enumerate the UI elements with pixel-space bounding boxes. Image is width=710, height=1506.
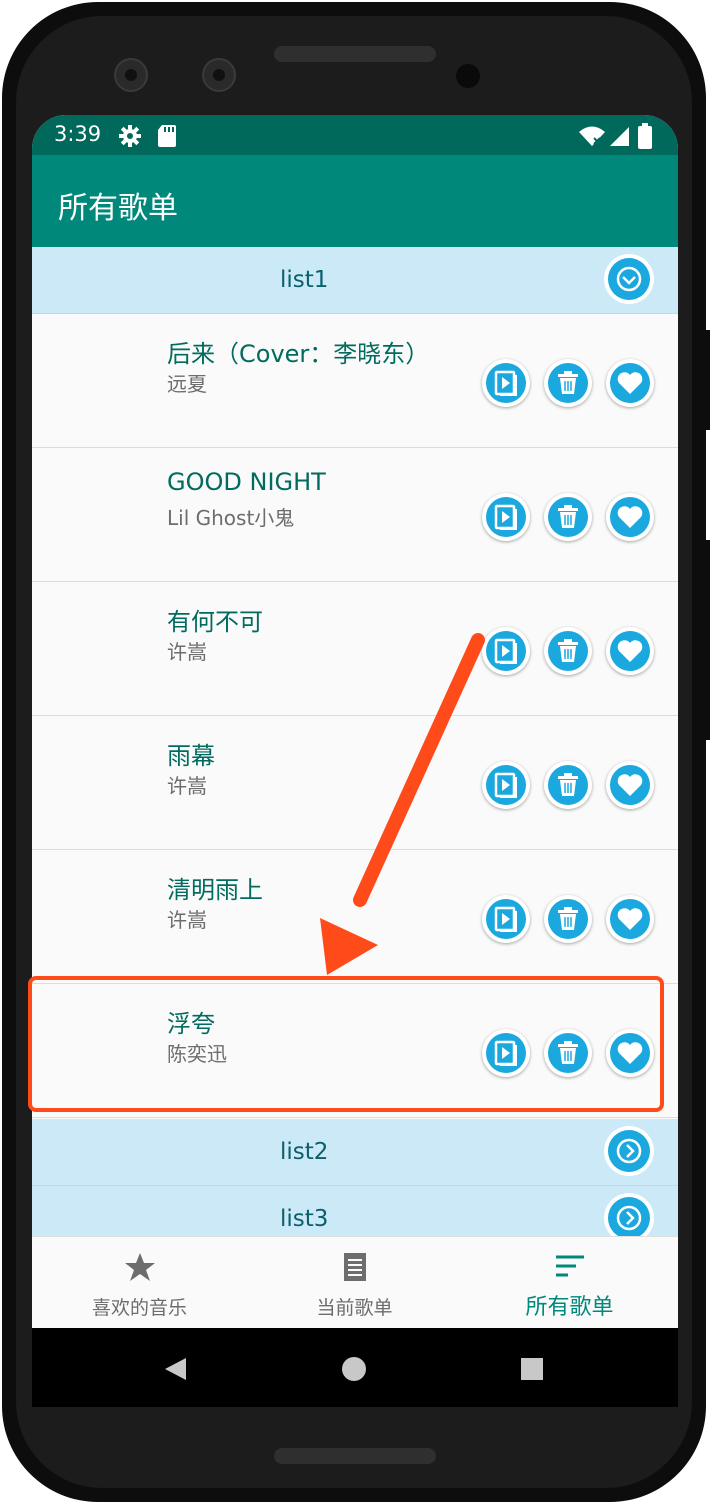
trash-icon bbox=[558, 639, 578, 662]
playlist-group-list2[interactable]: list2 bbox=[32, 1119, 678, 1186]
delete-button[interactable] bbox=[544, 359, 592, 407]
expand-toggle-button[interactable] bbox=[604, 1126, 654, 1176]
heart-icon bbox=[617, 372, 643, 394]
app-screen: 3:39 所有歌单 list1 后来（Cover：李晓东） 远夏 GOOD NI… bbox=[32, 115, 678, 1407]
delete-button[interactable] bbox=[544, 627, 592, 675]
play-button[interactable] bbox=[482, 895, 530, 943]
chevron-right-circle-icon bbox=[616, 1138, 642, 1164]
collapse-toggle-button[interactable] bbox=[604, 254, 654, 304]
settings-gear-icon bbox=[119, 125, 141, 147]
wifi-icon bbox=[579, 126, 605, 146]
home-icon[interactable] bbox=[341, 1356, 367, 1382]
song-artist: 许嵩 bbox=[167, 908, 207, 932]
trash-icon bbox=[558, 907, 578, 930]
tab-label: 喜欢的音乐 bbox=[91, 1297, 187, 1319]
song-artist: Lil Ghost小鬼 bbox=[167, 506, 295, 530]
star-icon bbox=[125, 1253, 155, 1281]
delete-button[interactable] bbox=[544, 493, 592, 541]
song-title: 雨幕 bbox=[167, 742, 215, 770]
trash-icon bbox=[558, 773, 578, 796]
front-camera-icon bbox=[114, 58, 148, 92]
song-row[interactable]: 清明雨上 许嵩 bbox=[32, 850, 678, 984]
system-navigation-bar bbox=[32, 1328, 678, 1407]
tab-current-playlist[interactable]: 当前歌单 bbox=[247, 1237, 462, 1329]
tab-liked-music[interactable]: 喜欢的音乐 bbox=[32, 1237, 247, 1329]
sd-card-icon bbox=[158, 125, 176, 147]
song-title: 清明雨上 bbox=[167, 876, 263, 904]
song-row[interactable]: 后来（Cover：李晓东） 远夏 bbox=[32, 314, 678, 448]
heart-icon bbox=[617, 908, 643, 930]
like-button[interactable] bbox=[606, 493, 654, 541]
playlist-group-label: list1 bbox=[280, 267, 329, 293]
play-button[interactable] bbox=[482, 761, 530, 809]
front-camera-icon bbox=[202, 58, 236, 92]
song-row[interactable]: 有何不可 许嵩 bbox=[32, 582, 678, 716]
play-button[interactable] bbox=[482, 493, 530, 541]
song-row[interactable]: GOOD NIGHT Lil Ghost小鬼 bbox=[32, 448, 678, 582]
volume-button bbox=[704, 540, 710, 740]
delete-button[interactable] bbox=[544, 761, 592, 809]
like-button[interactable] bbox=[606, 359, 654, 407]
trash-icon bbox=[558, 505, 578, 528]
highlight-box bbox=[28, 976, 664, 1112]
status-bar: 3:39 bbox=[32, 115, 678, 155]
play-icon bbox=[494, 772, 517, 798]
delete-button[interactable] bbox=[544, 895, 592, 943]
song-row[interactable]: 雨幕 许嵩 bbox=[32, 716, 678, 850]
play-button[interactable] bbox=[482, 627, 530, 675]
power-button bbox=[704, 330, 710, 430]
play-icon bbox=[494, 906, 517, 932]
heart-icon bbox=[617, 506, 643, 528]
like-button[interactable] bbox=[606, 761, 654, 809]
tab-label: 当前歌单 bbox=[316, 1297, 393, 1319]
status-time: 3:39 bbox=[54, 122, 102, 146]
sort-icon bbox=[556, 1255, 584, 1277]
chevron-down-circle-icon bbox=[616, 266, 642, 292]
play-icon bbox=[494, 504, 517, 530]
back-icon[interactable] bbox=[162, 1356, 188, 1382]
song-title: 有何不可 bbox=[167, 608, 263, 636]
heart-icon bbox=[617, 774, 643, 796]
song-artist: 许嵩 bbox=[167, 774, 207, 798]
play-icon bbox=[494, 370, 517, 396]
list-icon bbox=[344, 1253, 366, 1281]
proximity-sensor bbox=[456, 64, 480, 88]
recents-icon[interactable] bbox=[520, 1357, 544, 1381]
like-button[interactable] bbox=[606, 627, 654, 675]
song-title: 后来（Cover：李晓东） bbox=[167, 340, 430, 368]
song-artist: 远夏 bbox=[167, 372, 207, 396]
playlist-group-label: list2 bbox=[280, 1139, 329, 1165]
app-bar: 所有歌单 bbox=[32, 155, 678, 247]
bottom-navigation: 喜欢的音乐 当前歌单 所有歌单 bbox=[32, 1236, 678, 1329]
trash-icon bbox=[558, 371, 578, 394]
tab-all-playlists[interactable]: 所有歌单 bbox=[462, 1237, 677, 1329]
page-title: 所有歌单 bbox=[58, 191, 178, 226]
song-artist: 许嵩 bbox=[167, 640, 207, 664]
tab-label: 所有歌单 bbox=[525, 1295, 614, 1320]
bottom-speaker bbox=[274, 1448, 436, 1464]
song-title: GOOD NIGHT bbox=[167, 468, 326, 496]
play-icon bbox=[494, 638, 517, 664]
like-button[interactable] bbox=[606, 895, 654, 943]
earpiece-speaker bbox=[274, 46, 436, 62]
heart-icon bbox=[617, 640, 643, 662]
battery-icon bbox=[638, 123, 652, 149]
signal-icon bbox=[610, 127, 629, 146]
playlist-group-label: list3 bbox=[280, 1206, 329, 1232]
playlist-group-list1[interactable]: list1 bbox=[32, 247, 678, 314]
play-button[interactable] bbox=[482, 359, 530, 407]
